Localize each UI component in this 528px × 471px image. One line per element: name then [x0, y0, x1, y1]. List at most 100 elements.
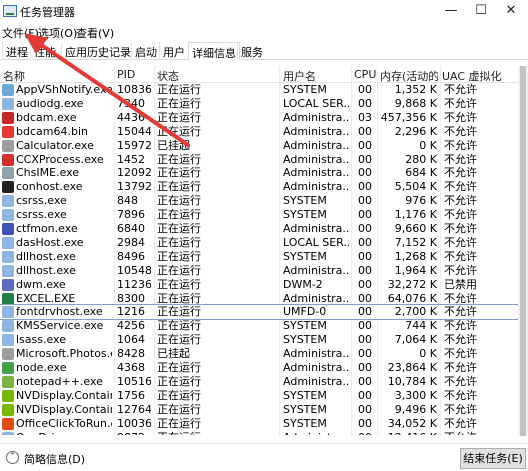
- tab-processes[interactable]: 进程: [2, 42, 31, 60]
- header-name[interactable]: 名称: [3, 68, 111, 84]
- menu-options[interactable]: 选项(O): [38, 25, 77, 41]
- process-cpu: 00: [358, 166, 372, 180]
- process-cpu: 00: [358, 222, 372, 235]
- fewer-details-link[interactable]: 简略信息(D): [24, 451, 85, 467]
- process-user: Administra...: [283, 222, 349, 235]
- process-row[interactable]: EXCEL.EXE 8300 正在运行 Administra... 00 64,076 K…: [0, 292, 528, 306]
- process-uac: 不允许: [444, 347, 477, 361]
- process-row[interactable]: node.exe 4368 正在运行 Administra... 00 23,864 K 不…: [0, 361, 528, 375]
- process-memory: 280 K: [405, 152, 437, 166]
- process-row[interactable]: OneDrive.exe 9872 正在运行 Administra... 00 12,41…: [0, 431, 528, 435]
- process-uac: 不允许: [444, 333, 477, 347]
- bin-icon: [2, 125, 14, 138]
- process-user: SYSTEM: [283, 319, 327, 333]
- process-status: 正在运行: [157, 96, 201, 110]
- process-pid: 13792: [117, 180, 151, 194]
- header-username[interactable]: 用户名: [283, 68, 349, 84]
- process-user: SYSTEM: [283, 194, 327, 208]
- process-pid: 6840: [117, 222, 145, 235]
- process-row[interactable]: CCXProcess.exe 1452 正在运行 Administra... 00 280…: [0, 153, 528, 167]
- process-row[interactable]: ChsIME.exe 12092 正在运行 Administra... 00 684 K 不…: [0, 166, 528, 180]
- excel-icon: [2, 292, 14, 305]
- pen-icon: [2, 223, 14, 235]
- menu-file[interactable]: 文件(F): [2, 25, 39, 41]
- process-row[interactable]: csrss.exe 848 正在运行 SYSTEM 00 976 K 不允许: [0, 194, 528, 208]
- header-pid[interactable]: PID: [117, 68, 153, 81]
- process-user: Administra...: [283, 361, 349, 374]
- process-user: SYSTEM: [283, 208, 327, 222]
- process-uac: 不允许: [444, 291, 477, 305]
- tab-users[interactable]: 用户: [159, 42, 188, 60]
- header-status[interactable]: 状态: [157, 68, 275, 84]
- process-status: 正在运行: [157, 249, 201, 263]
- creative-cloud-icon: [2, 153, 14, 166]
- process-uac: 不允许: [444, 305, 477, 319]
- process-row[interactable]: dasHost.exe 2984 正在运行 LOCAL SER... 00 7,152 K…: [0, 236, 528, 250]
- tab-startup[interactable]: 启动: [131, 42, 160, 60]
- process-pid: 10836: [117, 83, 151, 96]
- process-uac: 不允许: [444, 96, 477, 110]
- maximize-button[interactable]: ☐: [466, 0, 496, 24]
- process-row[interactable]: dwm.exe 11236 正在运行 DWM-2 00 32,272 K 已禁用: [0, 278, 528, 292]
- process-row[interactable]: conhost.exe 13792 正在运行 Administra... 00 5,504…: [0, 180, 528, 194]
- process-row[interactable]: Calculator.exe 15972 已挂起 Administra... 00 0 K…: [0, 139, 528, 153]
- scrollbar-thumb[interactable]: [520, 66, 526, 436]
- process-name: ctfmon.exe: [16, 222, 78, 235]
- process-user: Administra...: [283, 152, 349, 166]
- vertical-scrollbar[interactable]: [518, 66, 528, 436]
- header-memory[interactable]: 内存(活动的...: [380, 68, 438, 84]
- process-status: 正在运行: [157, 110, 201, 124]
- minimize-button[interactable]: —: [436, 0, 466, 24]
- process-status: 正在运行: [157, 152, 201, 166]
- header-cpu[interactable]: CPU: [354, 68, 376, 81]
- notepad-icon: [2, 375, 14, 388]
- process-row[interactable]: csrss.exe 7896 正在运行 SYSTEM 00 1,176 K 不允许: [0, 208, 528, 222]
- process-row[interactable]: bdcam64.bin 15044 正在运行 Administra... 00 2,296…: [0, 125, 528, 139]
- process-row[interactable]: bdcam.exe 4436 正在运行 Administra... 03 457,356 …: [0, 111, 528, 125]
- process-row[interactable]: KMSService.exe 4256 正在运行 SYSTEM 00 744 K 不允许: [0, 319, 528, 333]
- process-uac: 不允许: [444, 110, 477, 124]
- process-name: AppVShNotify.exe: [16, 83, 112, 96]
- process-uac: 不允许: [444, 124, 477, 138]
- tab-performance[interactable]: 性能: [30, 42, 59, 60]
- app-icon: [2, 84, 14, 96]
- process-row[interactable]: ctfmon.exe 6840 正在运行 Administra... 00 9,660 K…: [0, 222, 528, 236]
- process-row[interactable]: lsass.exe 1064 正在运行 SYSTEM 00 7,064 K 不允许: [0, 333, 528, 347]
- end-task-button[interactable]: 结束任务(E): [460, 448, 526, 469]
- header-uac[interactable]: UAC 虚拟化: [442, 68, 512, 84]
- process-name: OfficeClickToRun.exe: [16, 416, 112, 430]
- process-pid: 10548: [117, 263, 151, 277]
- app-icon: [2, 431, 14, 435]
- process-name: lsass.exe: [16, 333, 66, 347]
- process-memory: 1,964 K: [394, 263, 437, 277]
- process-name: fontdrvhost.exe: [16, 305, 103, 319]
- close-button[interactable]: ✕: [496, 0, 526, 24]
- process-cpu: 03: [358, 110, 372, 124]
- tab-services[interactable]: 服务: [237, 42, 266, 60]
- process-row[interactable]: dllhost.exe 10548 正在运行 Administra... 00 1,964…: [0, 264, 528, 278]
- process-cpu: 00: [358, 333, 372, 347]
- process-memory: 34,052 K: [387, 416, 437, 430]
- process-row[interactable]: NVDisplay.Containe... 1756 正在运行 SYSTEM 00 3,3…: [0, 389, 528, 403]
- process-row[interactable]: OfficeClickToRun.exe 10036 正在运行 SYSTEM 00 34,…: [0, 417, 528, 431]
- process-row[interactable]: audiodg.exe 7340 正在运行 LOCAL SER... 00 9,868 K…: [0, 97, 528, 111]
- process-row[interactable]: AppVShNotify.exe 10836 正在运行 SYSTEM 00 1,352 K…: [0, 83, 528, 97]
- process-name: Microsoft.Photos.exe: [16, 347, 112, 361]
- tab-details[interactable]: 详细信息: [188, 42, 240, 61]
- process-cpu: 00: [358, 235, 372, 249]
- tab-app-history[interactable]: 应用历史记录: [61, 42, 134, 60]
- process-uac: 不允许: [444, 402, 477, 416]
- collapse-icon[interactable]: ⌃: [6, 451, 19, 464]
- process-row[interactable]: dllhost.exe 8496 正在运行 SYSTEM 00 1,268 K 不允许: [0, 250, 528, 264]
- menu-view[interactable]: 查看(V): [76, 25, 114, 41]
- process-pid: 15044: [117, 124, 151, 138]
- process-row[interactable]: NVDisplay.Containe... 12764 正在运行 SYSTEM 00 9,…: [0, 403, 528, 417]
- process-row[interactable]: Microsoft.Photos.exe 8428 已挂起 Administra...…: [0, 347, 528, 361]
- process-user: SYSTEM: [283, 402, 327, 416]
- process-status: 正在运行: [157, 305, 201, 319]
- nvidia-icon: [2, 389, 14, 402]
- process-row[interactable]: fontdrvhost.exe 1216 正在运行 UMFD-0 00 2,700 K 不允…: [0, 304, 528, 321]
- process-row[interactable]: notepad++.exe 10516 正在运行 Administra... 00 10,…: [0, 375, 528, 389]
- process-user: Administra...: [283, 347, 349, 361]
- process-name: bdcam.exe: [16, 110, 77, 124]
